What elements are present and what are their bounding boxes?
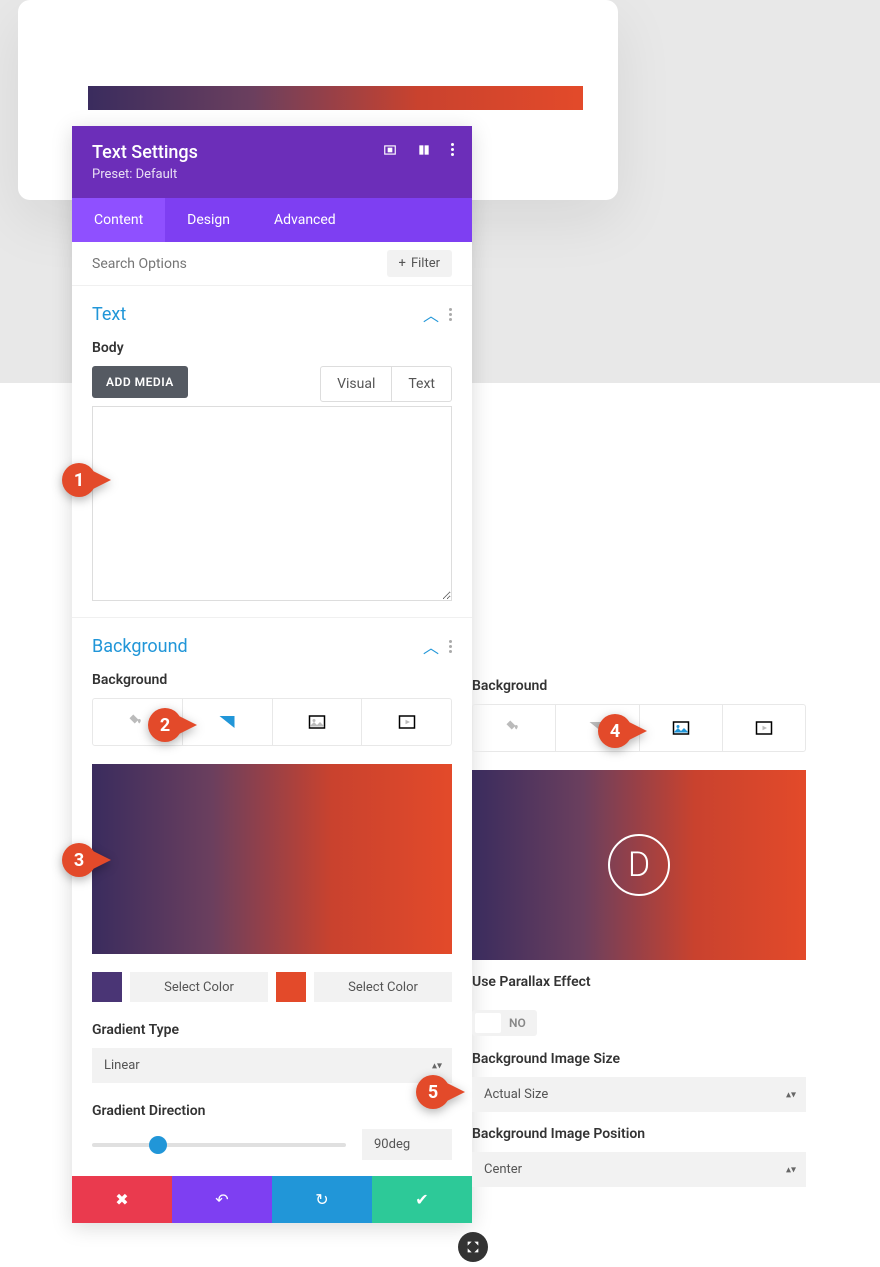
column-icon[interactable] xyxy=(417,142,431,156)
background-label: Background xyxy=(92,672,452,688)
panel-header: Text Settings Preset: Default xyxy=(72,126,472,198)
chevron-up-icon[interactable]: ︿ xyxy=(423,634,439,658)
gradient-preview xyxy=(92,764,452,954)
parallax-toggle[interactable]: NO xyxy=(472,1010,537,1036)
body-editor[interactable] xyxy=(92,406,452,601)
gradient-type-label: Gradient Type xyxy=(92,1022,452,1038)
search-input[interactable] xyxy=(92,256,387,272)
tab-design[interactable]: Design xyxy=(165,198,252,242)
main-tabs: Content Design Advanced xyxy=(72,198,472,242)
save-button[interactable]: ✔ xyxy=(372,1176,472,1223)
section-options-icon[interactable] xyxy=(449,640,452,653)
settings-panel: Text Settings Preset: Default Content De… xyxy=(72,126,472,1223)
expand-fab[interactable] xyxy=(458,1232,488,1262)
gradient-type-select[interactable]: Linear xyxy=(92,1048,452,1083)
bg-image-tab[interactable] xyxy=(640,705,723,751)
filter-label: Filter xyxy=(411,256,440,271)
backdrop-gradient-bar: D xyxy=(88,86,583,110)
bg-image-tab[interactable] xyxy=(273,699,363,745)
preset-label[interactable]: Preset: Default xyxy=(92,167,452,182)
tab-advanced[interactable]: Advanced xyxy=(252,198,358,242)
gradient-start-swatch[interactable] xyxy=(92,972,122,1002)
toggle-value: NO xyxy=(501,1016,534,1030)
text-tab[interactable]: Text xyxy=(392,367,451,401)
right-column: Background D Use Parallax Effect NO Back… xyxy=(472,678,806,1201)
section-options-icon[interactable] xyxy=(449,308,452,321)
toggle-knob xyxy=(475,1013,501,1033)
text-section-title[interactable]: Text xyxy=(92,304,126,325)
undo-button[interactable]: ↶ xyxy=(172,1176,272,1223)
gradient-direction-input[interactable] xyxy=(362,1129,452,1160)
redo-button[interactable]: ↻ xyxy=(272,1176,372,1223)
annotation-4: 4 xyxy=(598,714,647,748)
annotation-2: 2 xyxy=(148,708,197,742)
annotation-1: 1 xyxy=(62,463,111,497)
image-position-select[interactable]: Center xyxy=(472,1152,806,1187)
add-media-button[interactable]: ADD MEDIA xyxy=(92,366,188,398)
background-section-title[interactable]: Background xyxy=(92,636,188,657)
image-size-label: Background Image Size xyxy=(472,1051,806,1067)
select-end-color-button[interactable]: Select Color xyxy=(314,972,452,1002)
parallax-label: Use Parallax Effect xyxy=(472,974,806,990)
slider-thumb[interactable] xyxy=(149,1136,167,1154)
image-position-label: Background Image Position xyxy=(472,1126,806,1142)
responsive-icon[interactable] xyxy=(383,142,397,156)
select-start-color-button[interactable]: Select Color xyxy=(130,972,268,1002)
bg-video-tab[interactable] xyxy=(362,699,451,745)
more-options-icon[interactable] xyxy=(451,143,454,156)
image-size-select[interactable]: Actual Size xyxy=(472,1077,806,1112)
body-label: Body xyxy=(92,340,452,356)
background-label-right: Background xyxy=(472,678,806,694)
chevron-up-icon[interactable]: ︿ xyxy=(423,302,439,326)
image-preview: D xyxy=(472,770,806,960)
tab-content[interactable]: Content xyxy=(72,198,165,242)
bg-color-tab[interactable] xyxy=(473,705,556,751)
gradient-direction-slider[interactable] xyxy=(92,1143,346,1147)
bg-video-tab[interactable] xyxy=(723,705,805,751)
annotation-3: 3 xyxy=(62,843,111,877)
visual-tab[interactable]: Visual xyxy=(321,367,392,401)
close-button[interactable]: ✖ xyxy=(72,1176,172,1223)
divi-logo-icon: D xyxy=(608,834,670,896)
panel-footer: ✖ ↶ ↻ ✔ xyxy=(72,1176,472,1223)
annotation-5: 5 xyxy=(416,1075,465,1109)
gradient-end-swatch[interactable] xyxy=(276,972,306,1002)
gradient-direction-label: Gradient Direction xyxy=(92,1103,452,1119)
filter-button[interactable]: +Filter xyxy=(387,250,452,277)
